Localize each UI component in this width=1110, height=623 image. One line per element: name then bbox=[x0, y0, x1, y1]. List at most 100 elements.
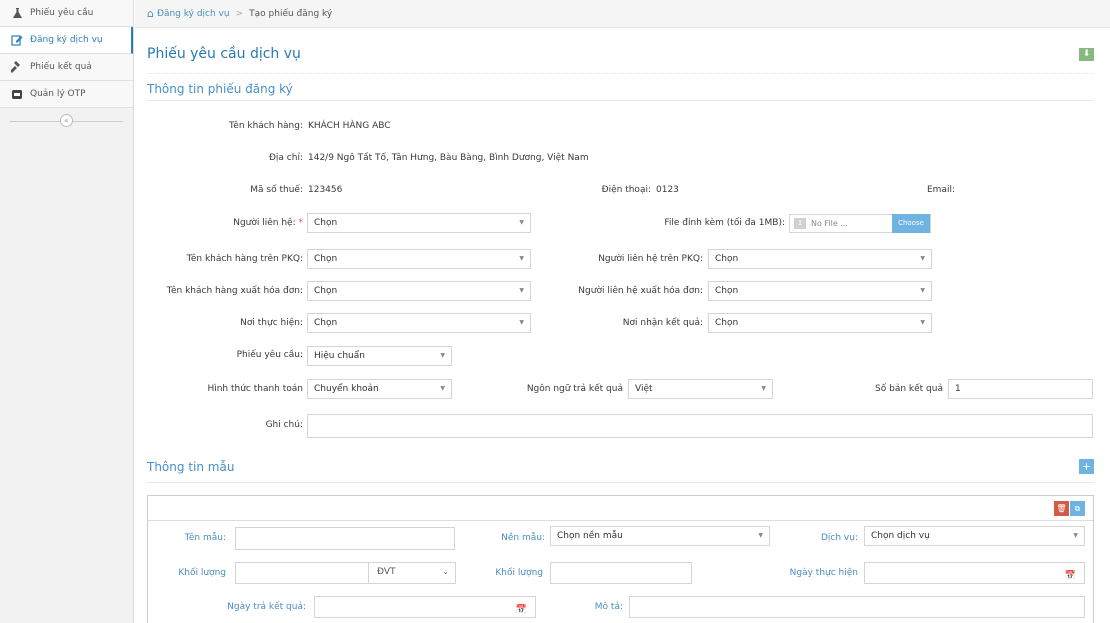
desc-label: Mô tả: bbox=[594, 602, 623, 612]
chevron-down-icon: ▼ bbox=[761, 385, 766, 392]
invoice-contact-label: Người liên hệ xuất hóa đơn: bbox=[578, 286, 703, 296]
sidebar-item-label: Đăng ký dịch vụ bbox=[30, 35, 103, 45]
service-value: Chọn dịch vụ bbox=[871, 531, 930, 541]
weight2-input[interactable] bbox=[550, 562, 692, 584]
chevron-down-icon: ▼ bbox=[1073, 532, 1078, 539]
required-marker: * bbox=[298, 218, 304, 228]
home-icon[interactable]: ⌂ bbox=[147, 7, 154, 20]
sample-name-input[interactable] bbox=[235, 527, 455, 550]
sidebar-item-phieu-ket-qua[interactable]: Phiếu kết quả bbox=[0, 54, 133, 81]
trash-icon[interactable]: 🗑 bbox=[1054, 501, 1069, 516]
chevron-down-icon: ▼ bbox=[758, 532, 763, 539]
choose-file-button[interactable]: Choose bbox=[892, 214, 930, 233]
payment-select[interactable]: Chuyển khoản ▼ bbox=[307, 379, 452, 399]
invoice-customer-select[interactable]: Chọn ▼ bbox=[307, 281, 531, 301]
matrix-label: Nền mẫu: bbox=[501, 533, 545, 543]
lang-select[interactable]: Việt ▼ bbox=[628, 379, 773, 399]
receive-label: Nơi nhận kết quả: bbox=[622, 318, 703, 328]
exec-date-input[interactable]: 📅 bbox=[864, 562, 1085, 584]
chevron-down-icon: ▼ bbox=[519, 319, 524, 326]
pkq-contact-value: Chọn bbox=[715, 254, 739, 264]
invoice-contact-value: Chọn bbox=[715, 286, 739, 296]
envelope-icon bbox=[10, 87, 24, 101]
contact-select[interactable]: Chọn ▼ bbox=[307, 213, 531, 233]
service-select[interactable]: Chọn dịch vụ ▼ bbox=[864, 526, 1085, 546]
request-value: Hiệu chuẩn bbox=[314, 351, 365, 361]
sample-panel: 🗑 ⧉ Tên mẫu: Nền mẫu: Chọn nền mẫu ▼ Dịc… bbox=[147, 495, 1094, 623]
section-title-registration: Thông tin phiếu đăng ký bbox=[147, 82, 293, 96]
weight-input[interactable] bbox=[235, 562, 369, 584]
exec-date-label: Ngày thực hiện bbox=[789, 568, 858, 578]
desc-input[interactable] bbox=[629, 596, 1085, 618]
add-sample-button[interactable]: + bbox=[1079, 459, 1094, 474]
invoice-customer-value: Chọn bbox=[314, 286, 338, 296]
address-value: 142/9 Ngô Tất Tố, Tân Hưng, Bàu Bàng, Bì… bbox=[308, 153, 589, 163]
sidebar-item-phieu-yeu-cau[interactable]: Phiếu yêu cầu bbox=[0, 0, 133, 27]
payment-label: Hình thức thanh toán bbox=[207, 384, 303, 394]
tax-label: Mã số thuế: bbox=[250, 185, 303, 195]
pkq-customer-select[interactable]: Chọn ▼ bbox=[307, 249, 531, 269]
calendar-icon[interactable]: 📅 bbox=[516, 601, 527, 619]
chevron-down-icon: ▼ bbox=[519, 219, 524, 226]
matrix-value: Chọn nền mẫu bbox=[557, 531, 623, 541]
email-label: Email: bbox=[926, 185, 955, 195]
place-label: Nơi thực hiện: bbox=[240, 318, 303, 328]
customer-name-value: KHÁCH HÀNG ABC bbox=[308, 121, 391, 131]
unit-value: ĐVT bbox=[377, 567, 396, 577]
request-select[interactable]: Hiệu chuẩn ▼ bbox=[307, 346, 452, 366]
sidebar-collapse: « bbox=[0, 114, 133, 128]
upload-icon: ↥ bbox=[794, 218, 806, 229]
place-select[interactable]: Chọn ▼ bbox=[307, 313, 531, 333]
copy-icon[interactable]: ⧉ bbox=[1070, 501, 1085, 516]
return-date-label: Ngày trả kết quả: bbox=[227, 602, 306, 612]
sidebar-item-quan-ly-otp[interactable]: Quản lý OTP bbox=[0, 81, 133, 108]
divider bbox=[147, 482, 1094, 483]
service-label: Dịch vụ: bbox=[820, 533, 858, 543]
copies-label: Số bản kết quả bbox=[875, 384, 943, 394]
invoice-contact-select[interactable]: Chọn ▼ bbox=[708, 281, 932, 301]
file-input[interactable]: ↥ No File ... Choose bbox=[789, 214, 931, 233]
sample-panel-header: 🗑 ⧉ bbox=[148, 496, 1093, 521]
lang-label: Ngôn ngữ trả kết quả bbox=[526, 384, 623, 394]
phone-label: Điện thoại: bbox=[601, 185, 651, 195]
unit-select[interactable]: ĐVT ⌄ bbox=[368, 562, 456, 584]
divider bbox=[147, 100, 1094, 101]
breadcrumb-link[interactable]: Đăng ký dịch vụ bbox=[157, 9, 230, 19]
receive-select[interactable]: Chọn ▼ bbox=[708, 313, 932, 333]
sidebar-item-label: Quản lý OTP bbox=[30, 89, 86, 99]
copies-input[interactable]: 1 bbox=[948, 379, 1093, 399]
note-input[interactable] bbox=[307, 414, 1093, 438]
note-label: Ghi chú: bbox=[265, 420, 303, 430]
tax-value: 123456 bbox=[308, 185, 343, 195]
breadcrumb: ⌂ Đăng ký dịch vụ > Tạo phiếu đăng ký bbox=[135, 0, 1110, 28]
customer-name-label: Tên khách hàng: bbox=[229, 121, 303, 131]
chevron-down-icon: ▼ bbox=[440, 385, 445, 392]
sidebar-item-label: Phiếu yêu cầu bbox=[30, 8, 94, 18]
pkq-customer-label: Tên khách hàng trên PKQ: bbox=[186, 254, 303, 264]
sidebar-item-label: Phiếu kết quả bbox=[30, 62, 92, 72]
section-title-sample: Thông tin mẫu bbox=[147, 460, 235, 474]
return-date-input[interactable]: 📅 bbox=[314, 596, 536, 618]
pkq-contact-label: Người liên hệ trên PKQ: bbox=[598, 254, 703, 264]
chevron-down-icon: ▼ bbox=[920, 255, 925, 262]
chevron-down-icon: ▼ bbox=[920, 319, 925, 326]
matrix-select[interactable]: Chọn nền mẫu ▼ bbox=[550, 526, 770, 546]
download-icon[interactable]: ⬇ bbox=[1079, 48, 1094, 61]
address-label: Địa chỉ: bbox=[268, 153, 303, 163]
file-placeholder: No File ... bbox=[811, 219, 848, 228]
invoice-customer-label: Tên khách hàng xuất hóa đơn: bbox=[166, 286, 303, 296]
sample-name-label: Tên mẫu: bbox=[184, 533, 226, 543]
collapse-icon[interactable]: « bbox=[60, 114, 73, 127]
receive-value: Chọn bbox=[715, 318, 739, 328]
pkq-contact-select[interactable]: Chọn ▼ bbox=[708, 249, 932, 269]
sidebar-item-dang-ky-dich-vu[interactable]: Đăng ký dịch vụ bbox=[0, 27, 133, 54]
edit-icon bbox=[10, 33, 24, 47]
place-value: Chọn bbox=[314, 318, 338, 328]
page-title: Phiếu yêu cầu dịch vụ bbox=[147, 46, 301, 62]
calendar-icon[interactable]: 📅 bbox=[1065, 567, 1076, 585]
attach-label: File đính kèm (tối đa 1MB): bbox=[664, 218, 785, 228]
weight-label: Khối lượng bbox=[178, 568, 226, 578]
breadcrumb-current: Tạo phiếu đăng ký bbox=[249, 8, 333, 19]
lang-value: Việt bbox=[635, 384, 653, 394]
weight2-label: Khối lượng bbox=[495, 568, 543, 578]
